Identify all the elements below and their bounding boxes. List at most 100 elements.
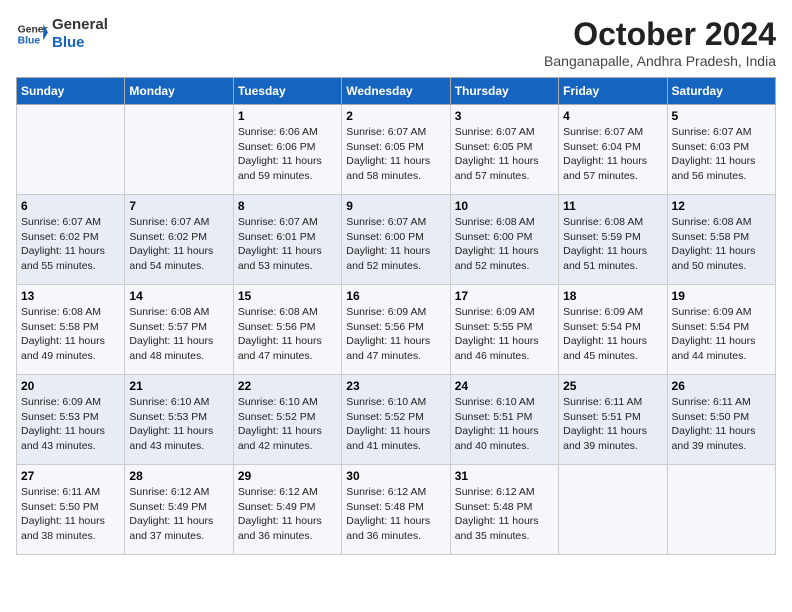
calendar-cell: 29Sunrise: 6:12 AM Sunset: 5:49 PM Dayli…	[233, 465, 341, 555]
day-number: 15	[238, 289, 337, 303]
day-info: Sunrise: 6:12 AM Sunset: 5:48 PM Dayligh…	[455, 485, 554, 544]
day-info: Sunrise: 6:07 AM Sunset: 6:01 PM Dayligh…	[238, 215, 337, 274]
week-row-4: 20 Sunrise: 6:09 AM Sunset: 5:53 PM Dayli…	[17, 375, 776, 465]
calendar-cell: 8 Sunrise: 6:07 AM Sunset: 6:01 PM Daylig…	[233, 195, 341, 285]
calendar-cell: 11Sunrise: 6:08 AM Sunset: 5:59 PM Dayli…	[559, 195, 667, 285]
calendar-cell: 27 Sunrise: 6:11 AM Sunset: 5:50 PM Dayli…	[17, 465, 125, 555]
calendar-cell: 12Sunrise: 6:08 AM Sunset: 5:58 PM Dayli…	[667, 195, 775, 285]
col-header-wednesday: Wednesday	[342, 78, 450, 105]
day-number: 5	[672, 109, 771, 123]
month-title: October 2024	[544, 16, 776, 53]
logo-general: General	[52, 16, 108, 34]
col-header-saturday: Saturday	[667, 78, 775, 105]
logo-icon: General Blue	[16, 18, 48, 50]
calendar-cell: 1 Sunrise: 6:06 AM Sunset: 6:06 PM Daylig…	[233, 105, 341, 195]
day-info: Sunrise: 6:09 AM Sunset: 5:56 PM Dayligh…	[346, 305, 445, 364]
day-info: Sunrise: 6:07 AM Sunset: 6:02 PM Dayligh…	[21, 215, 120, 274]
calendar-cell	[667, 465, 775, 555]
day-info: Sunrise: 6:09 AM Sunset: 5:54 PM Dayligh…	[672, 305, 771, 364]
day-info: Sunrise: 6:08 AM Sunset: 5:57 PM Dayligh…	[129, 305, 228, 364]
day-info: Sunrise: 6:08 AM Sunset: 5:59 PM Dayligh…	[563, 215, 662, 274]
day-info: Sunrise: 6:12 AM Sunset: 5:49 PM Dayligh…	[129, 485, 228, 544]
day-info: Sunrise: 6:11 AM Sunset: 5:51 PM Dayligh…	[563, 395, 662, 454]
day-number: 27	[21, 469, 120, 483]
day-number: 14	[129, 289, 228, 303]
calendar-header: SundayMondayTuesdayWednesdayThursdayFrid…	[17, 78, 776, 105]
day-info: Sunrise: 6:06 AM Sunset: 6:06 PM Dayligh…	[238, 125, 337, 184]
day-number: 19	[672, 289, 771, 303]
day-number: 31	[455, 469, 554, 483]
calendar-cell: 31 Sunrise: 6:12 AM Sunset: 5:48 PM Dayli…	[450, 465, 558, 555]
calendar-cell: 28 Sunrise: 6:12 AM Sunset: 5:49 PM Dayli…	[125, 465, 233, 555]
day-number: 26	[672, 379, 771, 393]
day-number: 17	[455, 289, 554, 303]
calendar-cell: 17 Sunrise: 6:09 AM Sunset: 5:55 PM Dayli…	[450, 285, 558, 375]
col-header-monday: Monday	[125, 78, 233, 105]
day-number: 29	[238, 469, 337, 483]
day-info: Sunrise: 6:09 AM Sunset: 5:53 PM Dayligh…	[21, 395, 120, 454]
day-info: Sunrise: 6:07 AM Sunset: 6:02 PM Dayligh…	[129, 215, 228, 274]
calendar-cell	[17, 105, 125, 195]
day-number: 4	[563, 109, 662, 123]
calendar-cell: 15Sunrise: 6:08 AM Sunset: 5:56 PM Dayli…	[233, 285, 341, 375]
week-row-2: 6Sunrise: 6:07 AM Sunset: 6:02 PM Daylig…	[17, 195, 776, 285]
calendar-cell: 21 Sunrise: 6:10 AM Sunset: 5:53 PM Dayli…	[125, 375, 233, 465]
col-header-friday: Friday	[559, 78, 667, 105]
day-info: Sunrise: 6:09 AM Sunset: 5:55 PM Dayligh…	[455, 305, 554, 364]
calendar-cell: 5 Sunrise: 6:07 AM Sunset: 6:03 PM Daylig…	[667, 105, 775, 195]
calendar-cell: 7 Sunrise: 6:07 AM Sunset: 6:02 PM Daylig…	[125, 195, 233, 285]
day-number: 30	[346, 469, 445, 483]
day-number: 23	[346, 379, 445, 393]
calendar-cell: 25 Sunrise: 6:11 AM Sunset: 5:51 PM Dayli…	[559, 375, 667, 465]
day-number: 24	[455, 379, 554, 393]
day-number: 8	[238, 199, 337, 213]
day-number: 1	[238, 109, 337, 123]
col-header-tuesday: Tuesday	[233, 78, 341, 105]
day-number: 7	[129, 199, 228, 213]
day-number: 2	[346, 109, 445, 123]
day-number: 13	[21, 289, 120, 303]
week-row-1: 1 Sunrise: 6:06 AM Sunset: 6:06 PM Daylig…	[17, 105, 776, 195]
day-number: 28	[129, 469, 228, 483]
day-info: Sunrise: 6:10 AM Sunset: 5:51 PM Dayligh…	[455, 395, 554, 454]
day-info: Sunrise: 6:10 AM Sunset: 5:52 PM Dayligh…	[238, 395, 337, 454]
day-number: 3	[455, 109, 554, 123]
week-row-5: 27 Sunrise: 6:11 AM Sunset: 5:50 PM Dayli…	[17, 465, 776, 555]
calendar-cell: 19 Sunrise: 6:09 AM Sunset: 5:54 PM Dayli…	[667, 285, 775, 375]
calendar-cell: 22 Sunrise: 6:10 AM Sunset: 5:52 PM Dayli…	[233, 375, 341, 465]
day-info: Sunrise: 6:10 AM Sunset: 5:52 PM Dayligh…	[346, 395, 445, 454]
calendar-cell: 30 Sunrise: 6:12 AM Sunset: 5:48 PM Dayli…	[342, 465, 450, 555]
page-header: General Blue General Blue October 2024 B…	[16, 16, 776, 69]
logo: General Blue General Blue	[16, 16, 108, 52]
day-number: 12	[672, 199, 771, 213]
day-info: Sunrise: 6:11 AM Sunset: 5:50 PM Dayligh…	[672, 395, 771, 454]
calendar-cell: 20 Sunrise: 6:09 AM Sunset: 5:53 PM Dayli…	[17, 375, 125, 465]
day-info: Sunrise: 6:07 AM Sunset: 6:03 PM Dayligh…	[672, 125, 771, 184]
day-info: Sunrise: 6:10 AM Sunset: 5:53 PM Dayligh…	[129, 395, 228, 454]
svg-text:Blue: Blue	[18, 36, 41, 47]
calendar-body: 1 Sunrise: 6:06 AM Sunset: 6:06 PM Daylig…	[17, 105, 776, 555]
title-block: October 2024 Banganapalle, Andhra Prades…	[544, 16, 776, 69]
day-number: 18	[563, 289, 662, 303]
day-number: 25	[563, 379, 662, 393]
calendar-cell: 6Sunrise: 6:07 AM Sunset: 6:02 PM Daylig…	[17, 195, 125, 285]
calendar-cell: 4 Sunrise: 6:07 AM Sunset: 6:04 PM Daylig…	[559, 105, 667, 195]
calendar-cell: 3 Sunrise: 6:07 AM Sunset: 6:05 PM Daylig…	[450, 105, 558, 195]
logo-blue: Blue	[52, 34, 108, 52]
calendar-cell	[559, 465, 667, 555]
calendar-cell: 9Sunrise: 6:07 AM Sunset: 6:00 PM Daylig…	[342, 195, 450, 285]
day-info: Sunrise: 6:08 AM Sunset: 5:58 PM Dayligh…	[21, 305, 120, 364]
day-number: 22	[238, 379, 337, 393]
day-number: 20	[21, 379, 120, 393]
calendar-cell: 13 Sunrise: 6:08 AM Sunset: 5:58 PM Dayli…	[17, 285, 125, 375]
day-number: 21	[129, 379, 228, 393]
calendar-cell: 26 Sunrise: 6:11 AM Sunset: 5:50 PM Dayli…	[667, 375, 775, 465]
day-info: Sunrise: 6:07 AM Sunset: 6:05 PM Dayligh…	[455, 125, 554, 184]
day-number: 16	[346, 289, 445, 303]
day-info: Sunrise: 6:08 AM Sunset: 6:00 PM Dayligh…	[455, 215, 554, 274]
day-info: Sunrise: 6:09 AM Sunset: 5:54 PM Dayligh…	[563, 305, 662, 364]
day-info: Sunrise: 6:07 AM Sunset: 6:04 PM Dayligh…	[563, 125, 662, 184]
day-info: Sunrise: 6:12 AM Sunset: 5:48 PM Dayligh…	[346, 485, 445, 544]
day-info: Sunrise: 6:11 AM Sunset: 5:50 PM Dayligh…	[21, 485, 120, 544]
week-row-3: 13 Sunrise: 6:08 AM Sunset: 5:58 PM Dayli…	[17, 285, 776, 375]
